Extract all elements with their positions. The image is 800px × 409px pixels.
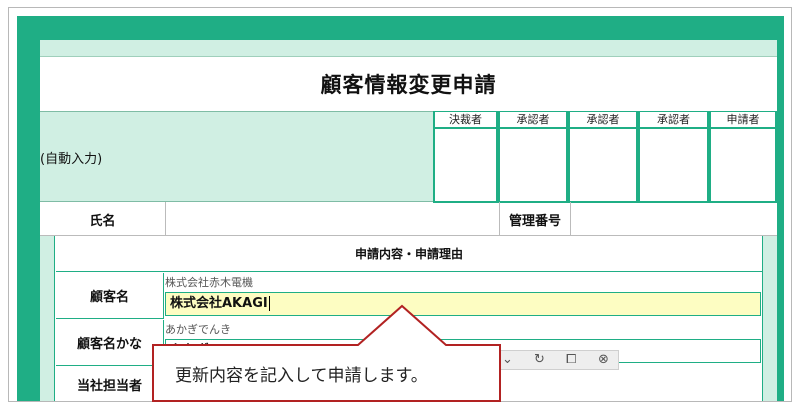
chevron-down-icon[interactable]: ⌄ — [502, 352, 513, 367]
text-caret — [268, 296, 270, 311]
form-title: 顧客情報変更申請 — [320, 73, 497, 97]
stamp-box-approver-2[interactable]: 承認者 — [568, 112, 638, 203]
refresh-icon[interactable]: ↻ — [534, 352, 545, 367]
auto-input-label: (自動入力) — [40, 152, 103, 167]
approval-stamps: 決裁者 承認者 承認者 承認者 申請者 — [433, 111, 777, 203]
admin-number-label: 管理番号 — [508, 213, 561, 229]
customer-kana-value: あかぎ — [170, 343, 210, 358]
restore-icon[interactable]: ⧠ — [566, 352, 576, 367]
stamp-box-approver-1[interactable]: 承認者 — [498, 112, 568, 203]
customer-name-label: 顧客名 — [56, 273, 164, 319]
left-margin-strip — [40, 236, 55, 401]
stamp-title: 申請者 — [711, 112, 775, 129]
stamp-box-decider[interactable]: 決裁者 — [433, 112, 498, 203]
form-frame: 顧客情報変更申請 (自動入力) 決裁者 承認者 承認者 承認者 申請者 氏名 管… — [17, 16, 784, 401]
form-sheet: 顧客情報変更申請 (自動入力) 決裁者 承認者 承認者 承認者 申請者 氏名 管… — [40, 40, 777, 401]
close-icon[interactable]: ⊗ — [598, 352, 609, 367]
right-margin-strip — [762, 236, 777, 401]
stamp-title: 承認者 — [640, 112, 707, 129]
admin-number-field[interactable] — [571, 202, 777, 236]
customer-kana-current: あかぎでんき — [165, 323, 231, 336]
floating-toolbar: ⌄ ↻ ⧠ ⊗ — [489, 350, 619, 370]
stamp-title: 決裁者 — [435, 112, 496, 129]
stamp-title: 承認者 — [570, 112, 636, 129]
name-row: 氏名 管理番号 — [40, 202, 777, 236]
stamp-box-approver-3[interactable]: 承認者 — [638, 112, 709, 203]
header-strip — [40, 40, 777, 57]
name-label: 氏名 — [89, 213, 116, 229]
stamp-title: 承認者 — [500, 112, 566, 129]
customer-name-value: 株式会社AKAGI — [170, 296, 268, 311]
staff-label: 当社担当者 — [56, 367, 164, 401]
customer-name-current: 株式会社赤木電機 — [165, 276, 253, 289]
customer-name-input[interactable]: 株式会社AKAGI — [165, 292, 761, 316]
name-field[interactable] — [166, 202, 499, 236]
section-title: 申請内容・申請理由 — [56, 236, 762, 272]
customer-kana-input[interactable]: あかぎ — [165, 339, 761, 363]
auto-input-area: (自動入力) — [40, 111, 433, 202]
screenshot-border: 顧客情報変更申請 (自動入力) 決裁者 承認者 承認者 承認者 申請者 氏名 管… — [8, 7, 792, 402]
customer-kana-label: 顧客名かな — [56, 320, 164, 366]
stamp-box-applicant[interactable]: 申請者 — [709, 112, 777, 203]
